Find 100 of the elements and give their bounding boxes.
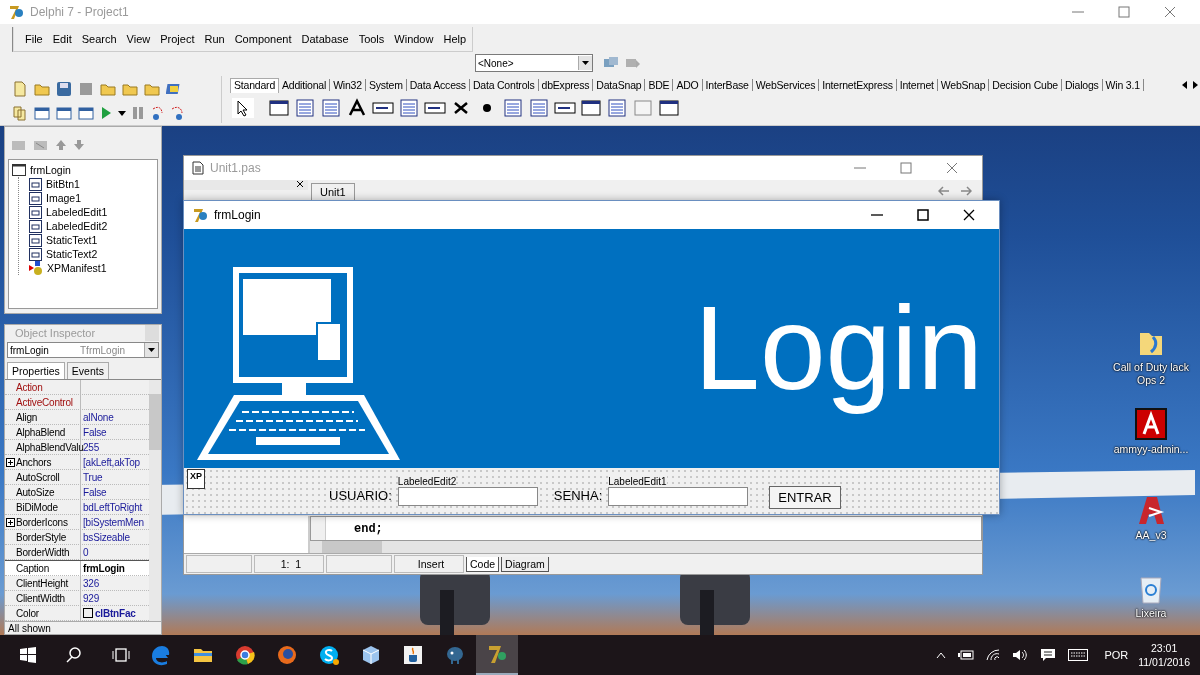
object-selector[interactable]: frmLogin TfrmLogin — [7, 342, 159, 358]
property-name[interactable]: ClientWidth — [16, 592, 65, 604]
selected-property-row[interactable]: Caption frmLogin — [5, 560, 149, 576]
wifi-icon[interactable] — [986, 649, 1001, 661]
property-name[interactable]: AutoScroll — [16, 471, 60, 483]
menu-item[interactable]: Run — [199, 33, 230, 45]
input-field[interactable] — [608, 487, 749, 506]
palette-tab[interactable]: BDE — [645, 79, 674, 91]
palette-tab[interactable]: WebServices — [752, 79, 820, 91]
trace-into-icon[interactable] — [170, 105, 184, 121]
menu-item[interactable]: Edit — [47, 33, 77, 45]
property-name[interactable]: BorderStyle — [16, 531, 67, 543]
delete-icon[interactable] — [33, 138, 49, 152]
scrollbar[interactable] — [310, 541, 982, 553]
property-name[interactable]: AutoSize — [16, 486, 55, 498]
tree-item[interactable]: StaticText1 — [46, 234, 98, 246]
scroll-right-icon[interactable] — [1190, 79, 1200, 91]
browser-icon[interactable] — [234, 644, 256, 666]
property-value[interactable]: frmLogin — [83, 562, 125, 574]
palette-tab[interactable]: DataSnap — [593, 79, 646, 91]
dropdown-icon[interactable] — [118, 110, 126, 116]
menu-item[interactable]: Help — [438, 33, 472, 45]
maximize-icon[interactable] — [917, 209, 929, 221]
property-value[interactable]: [biSystemMen — [83, 516, 144, 528]
label-icon[interactable] — [346, 98, 368, 118]
property-value[interactable]: 0 — [83, 546, 89, 558]
property-name[interactable]: BorderWidth — [16, 546, 70, 558]
property-value[interactable]: alNone — [83, 411, 114, 423]
tree-item[interactable]: LabeledEdit1 — [46, 206, 108, 218]
battery-icon[interactable] — [958, 650, 975, 660]
scrollbar[interactable] — [149, 380, 161, 621]
add-file-icon[interactable] — [122, 81, 138, 97]
group-box-icon[interactable] — [580, 98, 602, 118]
palette-tab[interactable]: WebSnap — [937, 79, 990, 91]
palette-tab[interactable]: dbExpress — [538, 79, 594, 91]
code-editor[interactable]: end; — [310, 516, 982, 541]
clock[interactable]: 23:01 11/01/2016 — [1138, 641, 1190, 669]
property-name[interactable]: Caption — [16, 562, 50, 574]
tree-item[interactable]: frmLogin — [30, 164, 71, 176]
desktop-icon-label[interactable]: ammyy-admin... — [1113, 443, 1189, 456]
property-value[interactable]: 255 — [83, 441, 100, 453]
menu-item[interactable]: Window — [389, 33, 439, 45]
radio-group-icon[interactable] — [606, 98, 628, 118]
input-language[interactable]: POR — [1104, 649, 1129, 661]
expand-icon[interactable] — [6, 457, 15, 467]
action-list-icon[interactable] — [658, 98, 680, 118]
property-value[interactable]: bsSizeable — [83, 531, 130, 543]
open-folder-icon[interactable] — [34, 81, 50, 97]
palette-tab[interactable]: InterBase — [702, 79, 753, 91]
notification-icon[interactable] — [1040, 648, 1057, 662]
palette-tab[interactable]: Win 3.1 — [1102, 79, 1144, 91]
cube-icon[interactable] — [360, 644, 382, 666]
property-value[interactable]: clBtnFac — [95, 607, 136, 619]
form-icon[interactable] — [78, 105, 94, 121]
tree-item[interactable]: BitBtn1 — [46, 178, 80, 190]
xp-manifest-component[interactable]: XP — [187, 469, 205, 489]
pointer-icon[interactable] — [232, 98, 254, 118]
menu-item[interactable]: Search — [76, 33, 122, 45]
property-value[interactable]: 929 — [83, 592, 100, 604]
palette-tab[interactable]: System — [365, 79, 407, 91]
tree-item[interactable]: LabeledEdit2 — [46, 220, 108, 232]
palette-tab[interactable]: Data Access — [406, 79, 470, 91]
toggle-icon[interactable] — [56, 105, 72, 121]
save-icon[interactable] — [56, 81, 72, 97]
property-name[interactable]: AlphaBlend — [16, 426, 66, 438]
object-selector[interactable]: <None> — [475, 54, 593, 72]
menu-item[interactable]: Component — [229, 33, 297, 45]
remove-file-icon[interactable] — [144, 81, 160, 97]
menu-item[interactable]: View — [121, 33, 156, 45]
desktop-icon-label[interactable]: Call of Duty lack Ops 2 — [1104, 361, 1198, 387]
property-name[interactable]: BiDiMode — [16, 501, 58, 513]
step-over-icon[interactable] — [150, 105, 164, 121]
keyboard-icon[interactable] — [1068, 649, 1089, 661]
palette-tab[interactable]: InternetExpress — [819, 79, 897, 91]
inspector-tab[interactable]: Properties — [7, 362, 65, 379]
property-value[interactable]: bdLeftToRight — [83, 501, 143, 513]
palette-tab[interactable]: Win32 — [330, 79, 366, 91]
property-value[interactable]: [akLeft,akTop — [83, 456, 140, 468]
property-value[interactable]: False — [83, 426, 107, 438]
recycle-bin-icon[interactable] — [1137, 574, 1165, 604]
property-value[interactable]: 326 — [83, 577, 100, 589]
open-project-icon[interactable] — [100, 81, 116, 97]
forward-arrow-icon[interactable] — [960, 186, 972, 196]
enter-button[interactable]: ENTRAR — [769, 485, 841, 509]
chevron-up-icon[interactable] — [936, 651, 947, 659]
app-icon[interactable] — [1135, 408, 1167, 440]
dropdown-icon[interactable] — [582, 61, 589, 65]
menu-item[interactable]: Database — [296, 33, 354, 45]
property-name[interactable]: Action — [16, 381, 43, 393]
property-name[interactable]: AlphaBlendValu — [16, 441, 84, 453]
palette-tab[interactable]: Dialogs — [1062, 79, 1103, 91]
volume-icon[interactable] — [1012, 649, 1029, 661]
scroll-left-icon[interactable] — [1180, 79, 1190, 91]
palette-tab[interactable]: Additional — [279, 79, 331, 91]
palette-tab[interactable]: ADO — [673, 79, 703, 91]
coffee-cup-icon[interactable] — [402, 644, 424, 666]
frame-icon[interactable] — [268, 98, 290, 118]
run-icon[interactable] — [100, 105, 112, 121]
help-book-icon[interactable] — [166, 81, 182, 97]
property-name[interactable]: Anchors — [16, 456, 52, 468]
